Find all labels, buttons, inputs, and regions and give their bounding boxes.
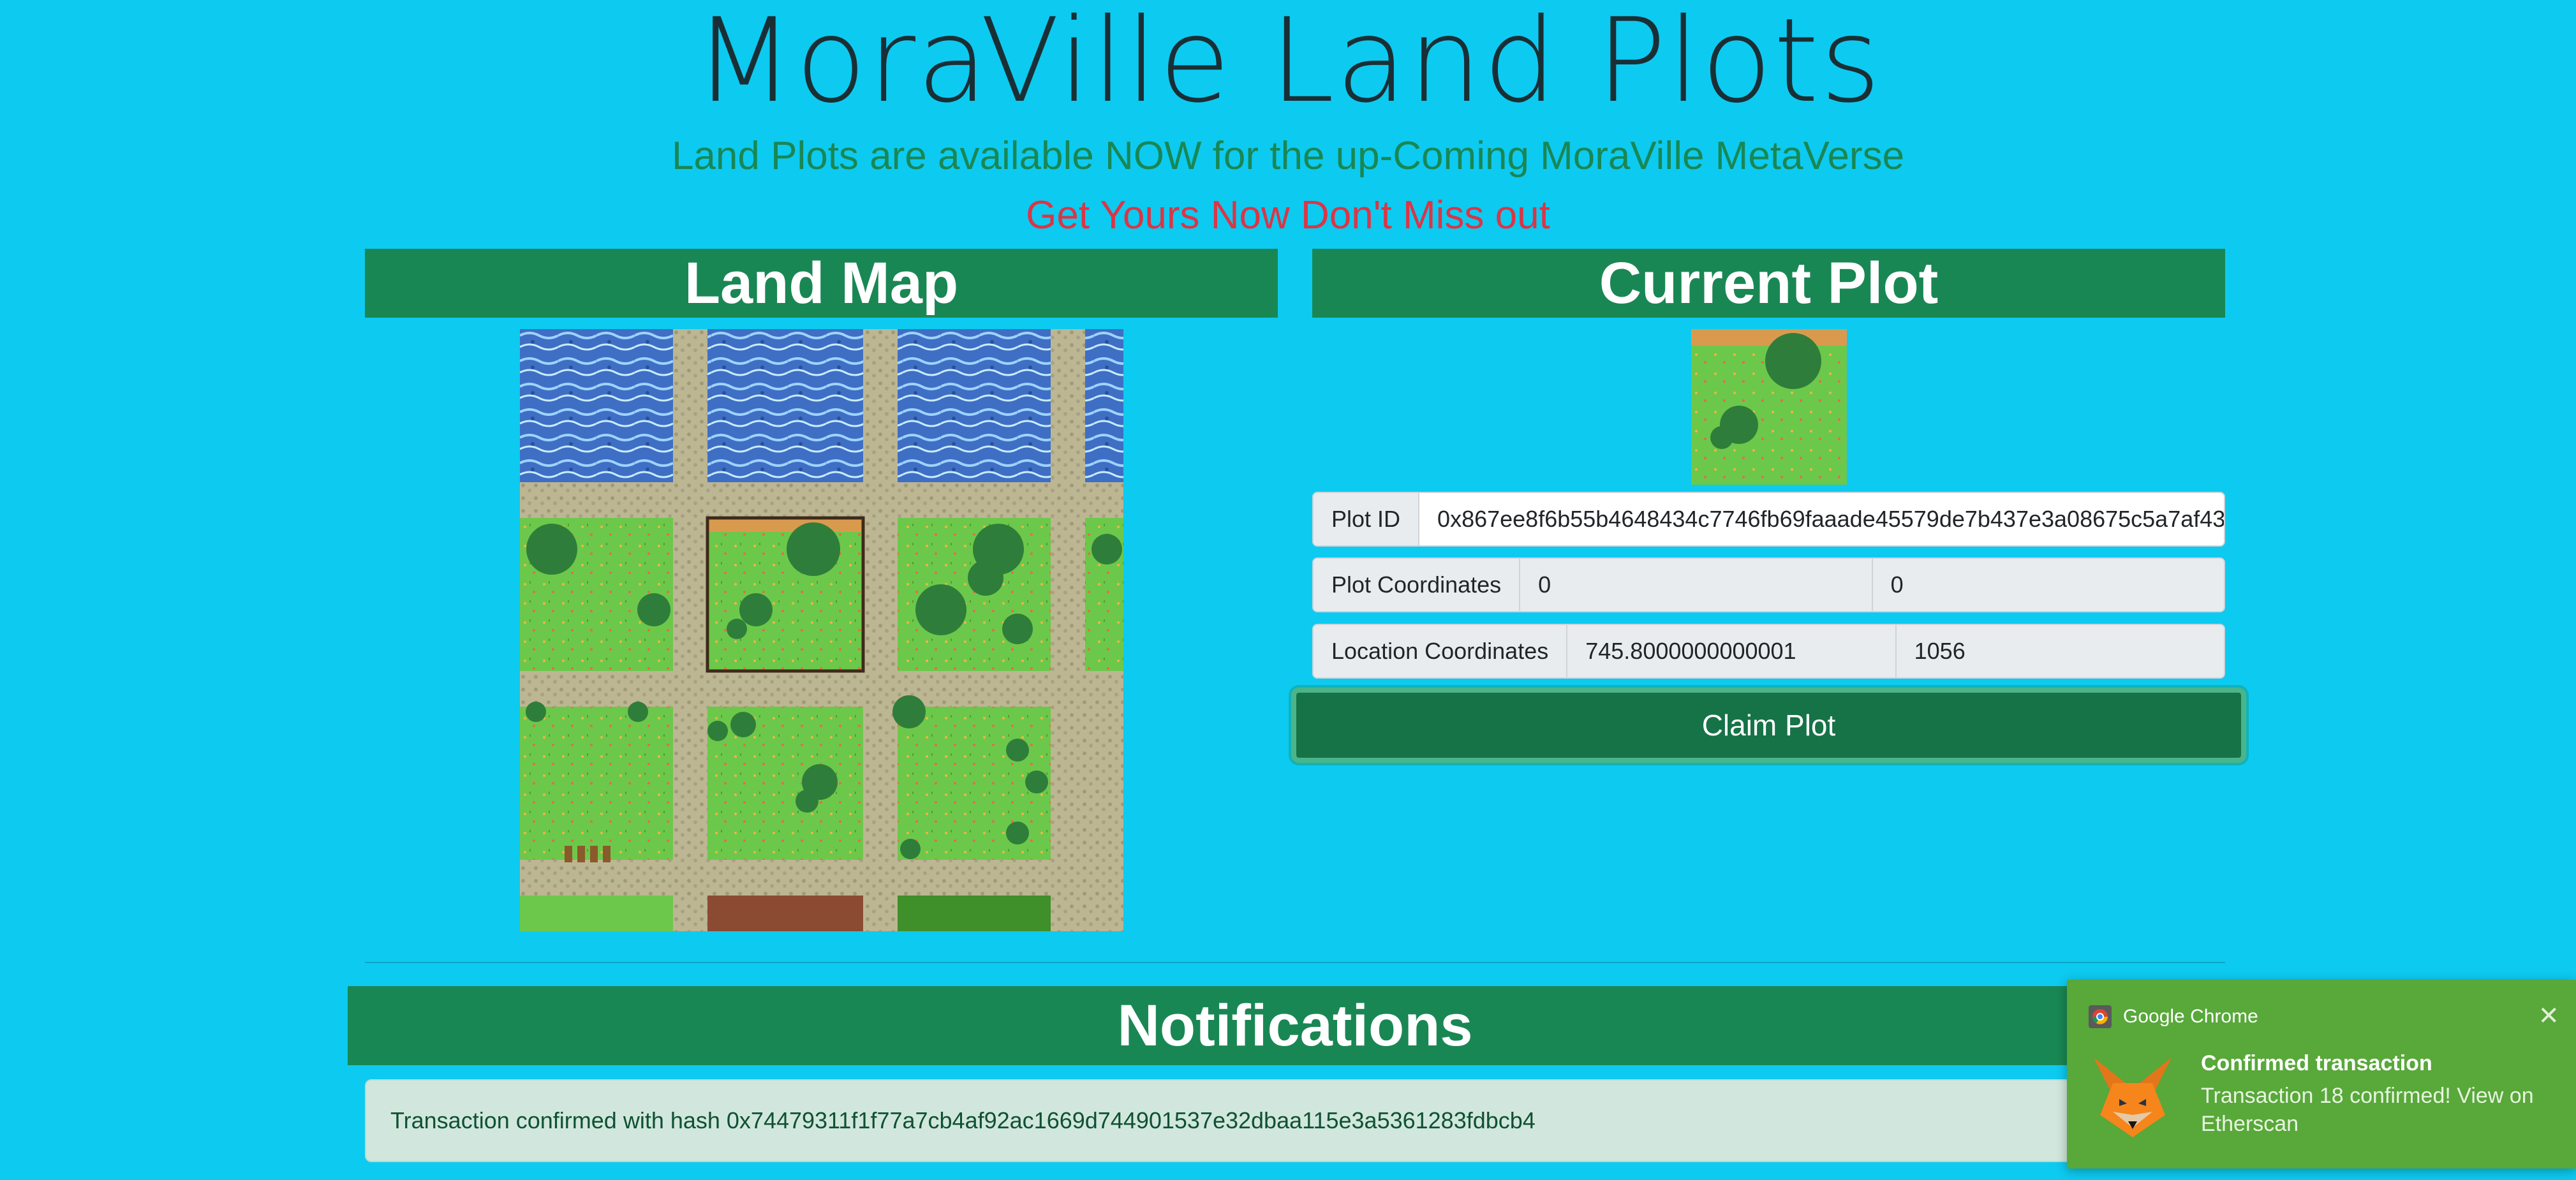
location-y-field[interactable]: 1056 bbox=[1895, 625, 2224, 677]
plot-coordinates-group: Plot Coordinates 0 0 bbox=[1312, 557, 2225, 612]
plot-id-label: Plot ID bbox=[1314, 493, 1420, 545]
location-coordinates-group: Location Coordinates 745.8000000000001 1… bbox=[1312, 624, 2225, 679]
notification-alert: Transaction confirmed with hash 0x744793… bbox=[365, 1079, 2225, 1162]
land-map-heading: Land Map bbox=[365, 249, 1278, 318]
current-plot-heading: Current Plot bbox=[1312, 249, 2225, 318]
divider bbox=[365, 962, 2225, 963]
tile-map-image[interactable] bbox=[520, 329, 1123, 931]
call-to-action: Get Yours Now Don't Miss out bbox=[1026, 193, 1550, 237]
plot-coordinates-label: Plot Coordinates bbox=[1314, 559, 1521, 611]
plot-id-group: Plot ID 0x867ee8f6b55b4648434c7746fb69fa… bbox=[1312, 492, 2225, 547]
plot-thumbnail bbox=[1691, 329, 1847, 485]
toast-body[interactable]: Transaction 18 confirmed! View on Ethers… bbox=[2201, 1082, 2558, 1138]
toast-source-row: Google Chrome bbox=[2089, 1005, 2258, 1028]
notifications-heading: Notifications bbox=[348, 986, 2242, 1065]
chrome-notification-toast[interactable]: Google Chrome ✕ Confirmed transaction Tr… bbox=[2067, 980, 2576, 1169]
land-map[interactable] bbox=[520, 329, 1123, 931]
plot-coordinate-y-field[interactable]: 0 bbox=[1871, 559, 2224, 611]
notification-message: Transaction confirmed with hash 0x744793… bbox=[390, 1107, 1536, 1133]
claim-plot-button[interactable]: Claim Plot bbox=[1291, 688, 2246, 763]
plot-id-field[interactable]: 0x867ee8f6b55b4648434c7746fb69faaade4557… bbox=[1419, 493, 2224, 545]
toast-source: Google Chrome bbox=[2123, 1006, 2258, 1027]
location-x-field[interactable]: 745.8000000000001 bbox=[1567, 625, 1895, 677]
metamask-fox-icon bbox=[2094, 1058, 2172, 1137]
chrome-icon bbox=[2089, 1005, 2112, 1028]
page-subtitle: Land Plots are available NOW for the up-… bbox=[671, 134, 1905, 178]
page-title: MoraVille Land Plots bbox=[693, 0, 1883, 128]
plot-coordinate-x-field[interactable]: 0 bbox=[1520, 559, 1872, 611]
location-coordinates-label: Location Coordinates bbox=[1314, 625, 1568, 677]
toast-title: Confirmed transaction bbox=[2201, 1051, 2432, 1075]
close-icon[interactable]: ✕ bbox=[2538, 1001, 2559, 1031]
plot-tile-image bbox=[1691, 329, 1847, 485]
